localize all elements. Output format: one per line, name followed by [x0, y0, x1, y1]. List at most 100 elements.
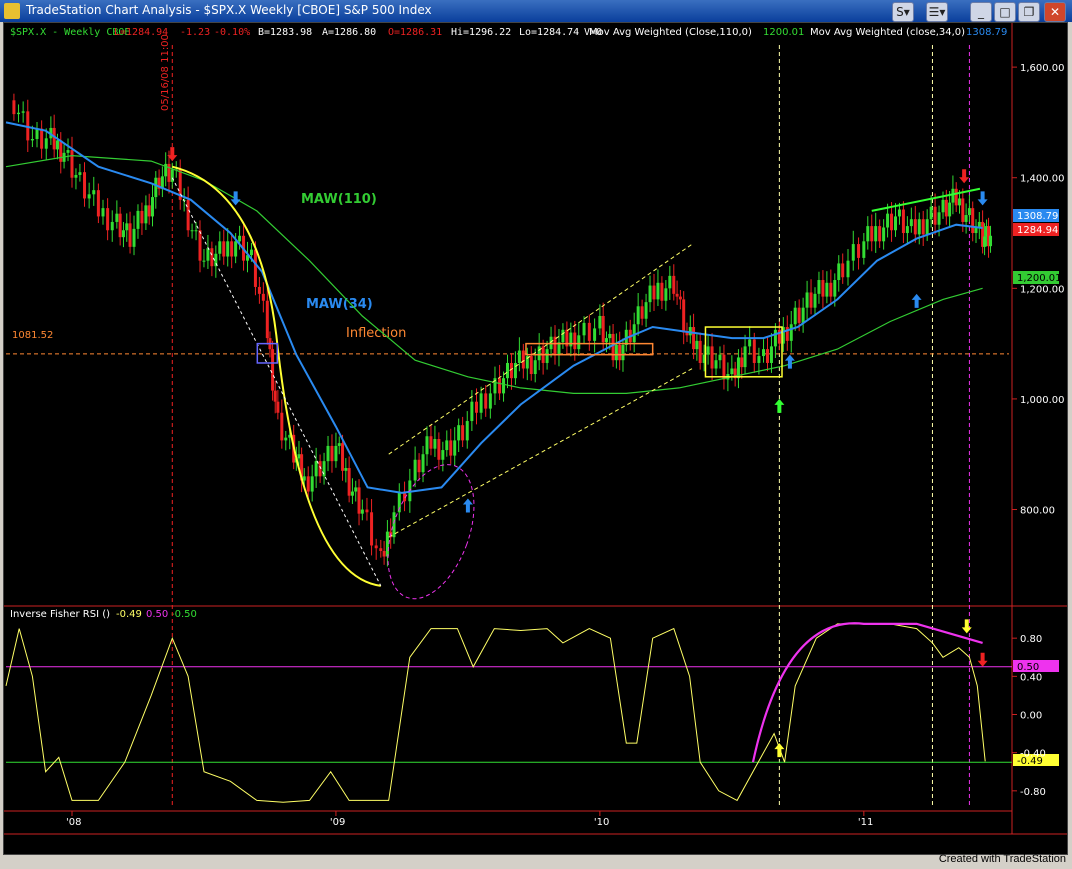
- bottom-circle: [387, 464, 475, 600]
- candle-body: [118, 213, 122, 238]
- candle-body: [797, 307, 801, 323]
- candle-body: [983, 236, 987, 247]
- candle-body: [12, 100, 16, 115]
- candle-body: [553, 336, 557, 355]
- candle-body: [154, 177, 158, 198]
- candle-body: [354, 487, 358, 492]
- candle-body: [901, 209, 905, 234]
- maw110-label: MAW(110): [301, 192, 377, 207]
- candle-body: [886, 213, 890, 228]
- vline-date-label: 05/16/08 11:00: [160, 34, 171, 111]
- channel-lower: [388, 368, 693, 538]
- candle-body: [874, 226, 878, 242]
- candle-body: [218, 241, 222, 254]
- candle-body: [249, 249, 253, 256]
- restore-button[interactable]: ❐: [1018, 2, 1040, 22]
- candle-body: [813, 293, 817, 308]
- candle-body: [125, 223, 129, 231]
- red-down-arrow-icon: [977, 652, 988, 667]
- candle-body: [341, 443, 345, 471]
- title-bar: TradeStation Chart Analysis - $SPX.X Wee…: [0, 0, 1072, 22]
- price-tick-label: 1,000.00: [1020, 395, 1065, 406]
- candle-body: [280, 412, 284, 441]
- price-tick-label: 1,600.00: [1020, 63, 1065, 74]
- crash-trendline: [171, 177, 382, 587]
- candle-body: [506, 362, 509, 379]
- indicator-value-3: -0.50: [171, 609, 197, 620]
- candle-body: [461, 425, 465, 441]
- candle-body: [144, 205, 148, 224]
- candle-body: [833, 280, 837, 297]
- candle-body: [132, 228, 136, 247]
- candle-body: [951, 188, 955, 203]
- candle-body: [230, 241, 234, 257]
- chart-svg[interactable]: $SPX.X - Weekly CBOE L=1284.94 -1.23 -0.…: [4, 23, 1067, 854]
- candle-body: [941, 199, 945, 213]
- candle-body: [70, 150, 74, 178]
- header-low: Lo=1284.74: [519, 27, 579, 38]
- candle-body: [809, 292, 813, 308]
- header-change: -1.23: [180, 27, 210, 38]
- candle-body: [890, 213, 894, 231]
- price-tick-label: 1,200.00: [1020, 284, 1065, 295]
- candle-body: [944, 199, 948, 217]
- inflection-price-label: 1081.52: [12, 330, 53, 341]
- candle-body: [954, 188, 958, 206]
- minimize-button[interactable]: _: [970, 2, 992, 22]
- candle-body: [682, 299, 686, 333]
- candle-body: [273, 390, 277, 402]
- candle-body: [722, 354, 726, 380]
- candle-body: [773, 329, 777, 347]
- candle-body: [656, 282, 660, 300]
- candle-body: [632, 324, 636, 343]
- header-bid: B=1283.98: [258, 27, 312, 38]
- candle-body: [437, 439, 441, 460]
- candle-body: [706, 346, 710, 355]
- chart-area[interactable]: $SPX.X - Weekly CBOE L=1284.94 -1.23 -0.…: [3, 22, 1068, 855]
- candle-body: [52, 127, 56, 150]
- window-title: TradeStation Chart Analysis - $SPX.X Wee…: [26, 3, 432, 17]
- candle-body: [306, 476, 310, 492]
- candle-body: [326, 445, 330, 462]
- candle-body: [961, 198, 965, 222]
- candle-body: [234, 241, 238, 257]
- candle-body: [621, 345, 625, 361]
- candle-body: [314, 461, 318, 477]
- candle-body: [614, 345, 618, 361]
- candle-body: [30, 139, 34, 141]
- blue-up-arrow-icon: [784, 354, 795, 369]
- indicator-value-2: 0.50: [146, 609, 168, 620]
- candle-body: [35, 128, 39, 140]
- candle-body: [474, 401, 478, 413]
- close-button[interactable]: ✕: [1044, 2, 1066, 22]
- candle-body: [257, 286, 261, 294]
- candle-body: [652, 285, 656, 300]
- candle-body: [206, 248, 210, 261]
- candle-body: [714, 360, 718, 369]
- candle-body: [598, 315, 602, 329]
- candle-body: [675, 293, 679, 297]
- candle-body: [577, 335, 581, 350]
- fisher-rsi-line: [5, 623, 986, 803]
- header-ma110-value: 1200.01: [763, 27, 804, 38]
- window-menu-button[interactable]: ☰▾: [926, 2, 948, 22]
- candle-body: [971, 208, 975, 234]
- symbol-link-button[interactable]: S▾: [892, 2, 914, 22]
- header-pct: -0.10%: [214, 27, 250, 38]
- candle-body: [150, 197, 154, 217]
- candle-body: [664, 288, 668, 301]
- maximize-button[interactable]: □: [994, 2, 1016, 22]
- blue-down-arrow-icon: [230, 191, 241, 206]
- candle-body: [537, 346, 541, 361]
- candle-body: [488, 393, 492, 409]
- candle-body: [194, 230, 198, 232]
- candle-body: [445, 440, 449, 451]
- candle-body: [449, 440, 453, 456]
- green-up-arrow-icon: [774, 398, 785, 413]
- candle-body: [529, 356, 533, 375]
- candle-body: [413, 459, 417, 481]
- candle-body: [370, 512, 374, 546]
- candle-body: [841, 263, 845, 278]
- candle-body: [866, 226, 870, 242]
- header-high: Hi=1296.22: [451, 27, 511, 38]
